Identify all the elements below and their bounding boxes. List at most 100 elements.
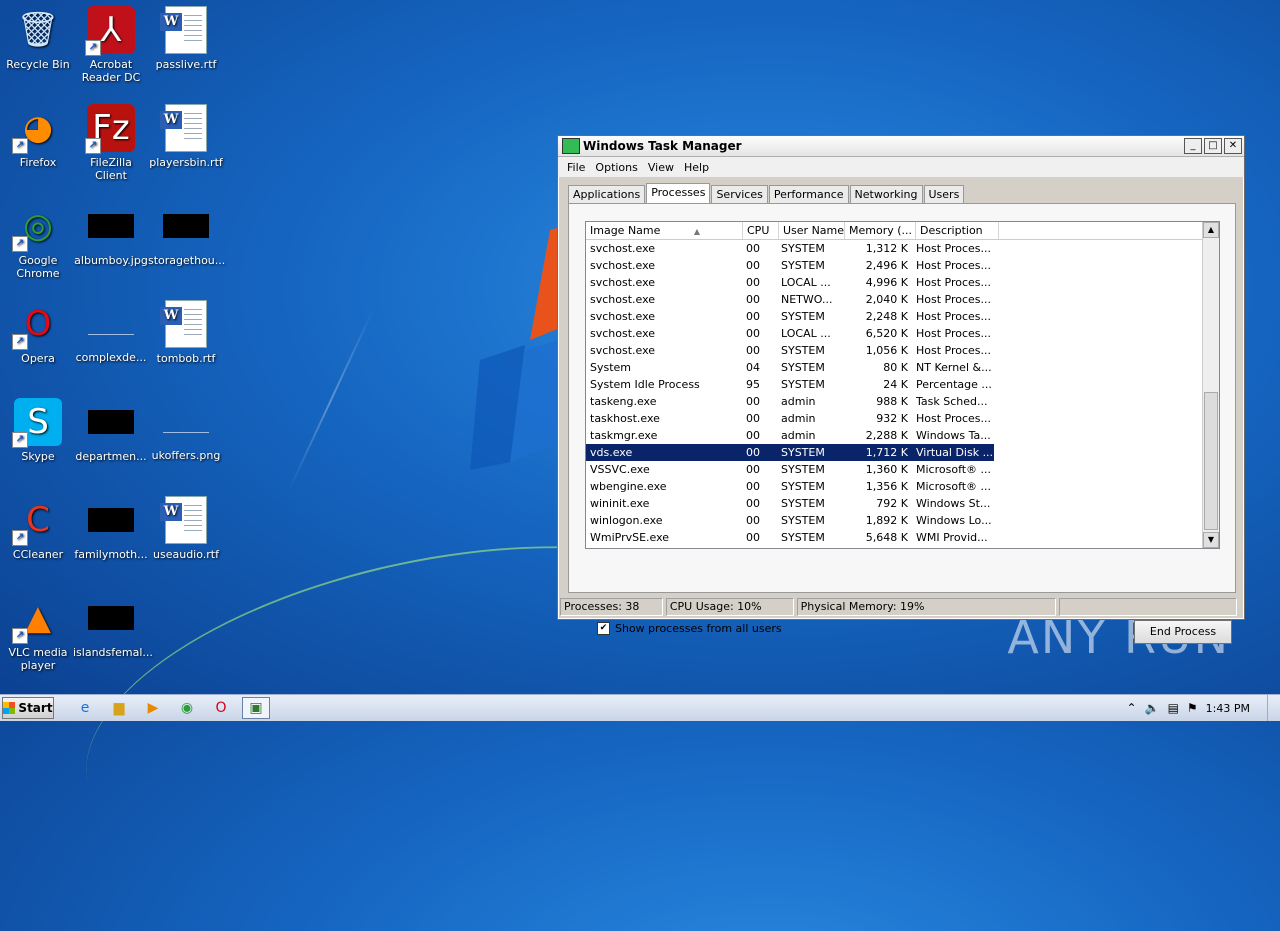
desktop-icon-label: Google Chrome [16,254,60,280]
processes-panel: Image Name ▲ CPU User Name Memory (... D… [568,203,1236,644]
desktop-icon[interactable]: Fz ↗ FileZilla Client [73,104,149,182]
chrome-icon[interactable]: ◉ [174,698,200,718]
table-row[interactable]: taskeng.exe 00 admin 988 K Task Sched... [586,393,1219,410]
desktop-icon[interactable]: Wplayersbin.rtf [148,104,224,169]
desktop-icon[interactable]: ⅄ ↗ Acrobat Reader DC [73,6,149,84]
scroll-down-icon[interactable]: ▼ [1203,532,1219,548]
cell-memory: 1,312 K [865,242,908,255]
menu-view[interactable]: View [643,161,679,174]
table-row[interactable]: taskmgr.exe 00 admin 2,288 K Windows Ta... [586,427,1219,444]
start-button[interactable]: Start [2,697,54,719]
menu-options[interactable]: Options [590,161,642,174]
desktop-icon[interactable]: Wuseaudio.rtf [148,496,224,561]
desktop-icon[interactable]: C ↗ CCleaner [0,496,76,561]
show-all-checkbox[interactable]: ✔ [597,622,610,635]
table-row[interactable]: taskhost.exe 00 admin 932 K Host Proces... [586,410,1219,427]
desktop-icon[interactable]: ◕ ↗ Firefox [0,104,76,169]
status-cpu: CPU Usage: 10% [665,598,794,616]
shortcut-arrow-icon: ↗ [12,334,28,350]
cell-cpu: 00 [746,259,760,272]
cell-memory: 80 K [883,361,908,374]
media-player-icon[interactable]: ▶ [140,698,166,718]
cell-cpu: 00 [746,429,760,442]
table-row[interactable]: WmiPrvSE.exe 00 SYSTEM 5,648 K WMI Provid... [586,529,1219,546]
show-desktop-button[interactable] [1267,695,1280,721]
table-row[interactable]: VSSVC.exe 00 SYSTEM 1,360 K Microsoft® ... [586,461,1219,478]
explorer-icon[interactable]: ▆ [106,698,132,718]
col-user-name[interactable]: User Name [779,222,845,239]
desktop-icon[interactable]: Wtombob.rtf [148,300,224,365]
desktop-icon[interactable]: ▲ ↗ VLC media player [0,594,76,672]
end-process-button[interactable]: End Process [1134,620,1232,644]
col-description[interactable]: Description [916,222,999,239]
desktop-icon[interactable]: ukoffers.png [148,398,224,462]
col-cpu[interactable]: CPU [743,222,779,239]
action-center-flag-icon[interactable]: ⚑ [1187,701,1198,715]
scroll-thumb[interactable] [1204,392,1218,530]
vertical-scrollbar[interactable]: ▲ ▼ [1202,222,1219,548]
desktop-icon-label: useaudio.rtf [153,548,219,561]
table-row[interactable]: svchost.exe 00 LOCAL ... 4,996 K Host Proces… [586,274,1219,291]
maximize-button[interactable]: □ [1204,138,1222,154]
volume-icon[interactable]: 🔈 [1145,701,1160,715]
table-row[interactable]: svchost.exe 00 SYSTEM 2,496 K Host Proces... [586,257,1219,274]
shortcut-arrow-icon: ↗ [85,138,101,154]
tray-expand-icon[interactable]: ⌃ [1127,701,1137,715]
desktop-icon[interactable]: S ↗ Skype [0,398,76,463]
col-memory[interactable]: Memory (... [845,222,916,239]
table-row[interactable]: System Idle Process 95 SYSTEM 24 K Percentag… [586,376,1219,393]
table-row[interactable]: svchost.exe 00 NETWO... 2,040 K Host Proces.… [586,291,1219,308]
desktop-icon[interactable]: complexde... [73,300,149,364]
network-icon[interactable]: ▤ [1168,701,1179,715]
table-row[interactable]: wininit.exe 00 SYSTEM 792 K Windows St... [586,495,1219,512]
table-row[interactable]: svchost.exe 00 SYSTEM 1,056 K Host Proces... [586,342,1219,359]
table-row[interactable]: winlogon.exe 00 SYSTEM 1,892 K Windows Lo... [586,512,1219,529]
windows-flag-icon [3,702,16,714]
desktop-icon[interactable]: 🗑 Recycle Bin [0,6,76,71]
firefox-icon: ◕ ↗ [12,104,62,154]
opera-icon[interactable]: O [208,698,234,718]
image-thumb-icon [88,410,134,434]
ie-icon[interactable]: e [72,698,98,718]
cell-description: Microsoft® ... [916,480,992,493]
cell-memory: 792 K [876,497,908,510]
show-all-processes[interactable]: ✔ Show processes from all users [597,622,782,635]
cell-image-name: svchost.exe [590,276,656,289]
close-button[interactable]: ✕ [1224,138,1242,154]
desktop-icon[interactable]: departmen... [73,398,149,463]
process-list[interactable]: Image Name ▲ CPU User Name Memory (... D… [585,221,1220,549]
scroll-up-icon[interactable]: ▲ [1203,222,1219,238]
minimize-button[interactable]: _ [1184,138,1202,154]
cell-description: Task Sched... [916,395,988,408]
title-bar[interactable]: Windows Task Manager _ □ ✕ [558,136,1244,157]
desktop-icon[interactable]: familymoth... [73,496,149,561]
table-row[interactable]: svchost.exe 00 LOCAL ... 6,520 K Host Proces… [586,325,1219,342]
cell-image-name: svchost.exe [590,259,656,272]
table-row[interactable]: vds.exe 00 SYSTEM 1,712 K Virtual Disk ... [586,444,1219,461]
desktop-icon-label: complexde... [75,351,147,364]
desktop-icon[interactable]: albumboy.jpg [73,202,149,267]
menu-help[interactable]: Help [679,161,714,174]
desktop-icon-label: storagethou... [148,254,226,267]
col-image-name[interactable]: Image Name ▲ [586,222,743,239]
filezilla-icon: Fz ↗ [85,104,135,154]
table-row[interactable]: svchost.exe 00 SYSTEM 2,248 K Host Proces... [586,308,1219,325]
table-row[interactable]: svchost.exe 00 SYSTEM 1,312 K Host Proces... [586,240,1219,257]
ccleaner-icon: C ↗ [12,496,62,546]
desktop-icon[interactable]: Wpasslive.rtf [148,6,224,71]
table-row[interactable]: System 04 SYSTEM 80 K NT Kernel &... [586,359,1219,376]
cell-description: Host Proces... [916,327,992,340]
desktop-icon-label: departmen... [75,450,147,463]
desktop-icon[interactable]: O ↗ Opera [0,300,76,365]
cell-cpu: 00 [746,344,760,357]
menu-file[interactable]: File [562,161,590,174]
task-manager-taskbar-icon[interactable]: ▣ [242,697,270,719]
cell-user: admin [781,429,816,442]
table-row[interactable]: wbengine.exe 00 SYSTEM 1,356 K Microsoft® ..… [586,478,1219,495]
desktop-icon[interactable]: islandsfemal... [73,594,153,659]
desktop-icon[interactable]: ◎ ↗ Google Chrome [0,202,76,280]
desktop-icon[interactable]: storagethou... [148,202,226,267]
cell-memory: 2,248 K [865,310,908,323]
clock[interactable]: 1:43 PM [1206,702,1250,715]
task-manager-window[interactable]: Windows Task Manager _ □ ✕ File Options … [557,135,1245,644]
